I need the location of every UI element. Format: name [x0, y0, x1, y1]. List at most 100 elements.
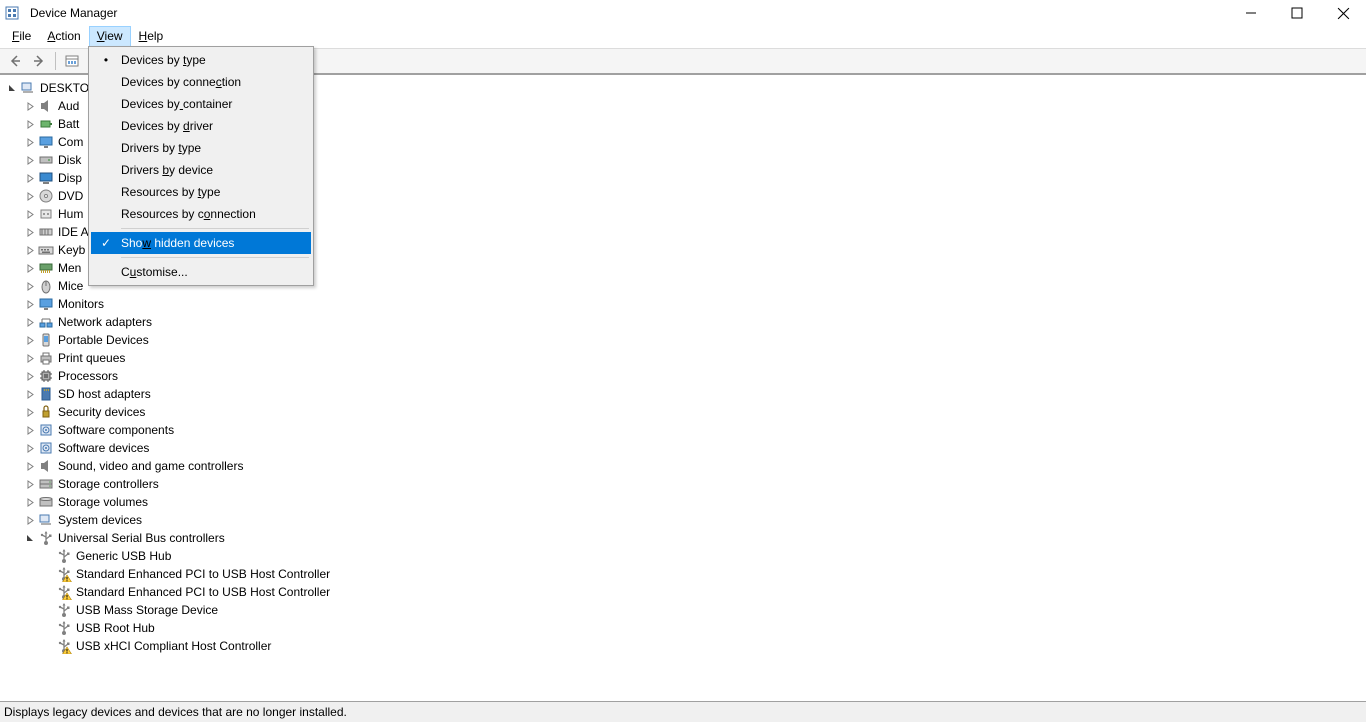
menu-separator [121, 257, 309, 258]
tree-category[interactable]: Storage volumes [6, 493, 1366, 511]
tree-item-label: Men [58, 259, 81, 277]
tree-category[interactable]: Software devices [6, 439, 1366, 457]
chevron-right-icon[interactable] [24, 478, 36, 490]
hid-icon [38, 206, 54, 222]
tree-category[interactable]: Software components [6, 421, 1366, 439]
view-menu-item[interactable]: Devices by container [91, 93, 311, 115]
menu-action[interactable]: Action [39, 26, 88, 48]
chevron-down-icon[interactable] [24, 532, 36, 544]
chevron-right-icon[interactable] [24, 208, 36, 220]
tree-category[interactable]: Portable Devices [6, 331, 1366, 349]
tree-device[interactable]: USB Mass Storage Device [6, 601, 1366, 619]
tree-device[interactable]: Standard Enhanced PCI to USB Host Contro… [6, 565, 1366, 583]
view-menu-item[interactable]: Devices by connection [91, 71, 311, 93]
chevron-right-icon[interactable] [24, 226, 36, 238]
view-menu-item[interactable]: Customise... [91, 261, 311, 283]
tree-item-label: Mice [58, 277, 83, 295]
tree-category[interactable]: SD host adapters [6, 385, 1366, 403]
tree-category[interactable]: Monitors [6, 295, 1366, 313]
chevron-right-icon[interactable] [24, 370, 36, 382]
view-menu-item[interactable]: Devices by driver [91, 115, 311, 137]
tree-item-label: Generic USB Hub [76, 547, 171, 565]
view-menu-item[interactable]: •Devices by type [91, 49, 311, 71]
chevron-down-icon[interactable] [6, 82, 18, 94]
menu-view[interactable]: View [89, 26, 131, 48]
tree-category[interactable]: Security devices [6, 403, 1366, 421]
menu-item-label: Customise... [121, 265, 188, 279]
view-menu-item[interactable]: Drivers by type [91, 137, 311, 159]
check-icon: ✓ [99, 236, 113, 250]
volume-icon [38, 494, 54, 510]
tree-device[interactable]: Standard Enhanced PCI to USB Host Contro… [6, 583, 1366, 601]
titlebar: Device Manager [0, 0, 1366, 26]
tree-category[interactable]: Network adapters [6, 313, 1366, 331]
tree-item-label: Sound, video and game controllers [58, 457, 243, 475]
tree-item-label: DVD [58, 187, 83, 205]
chevron-right-icon[interactable] [24, 190, 36, 202]
monitor-icon [38, 134, 54, 150]
tree-device[interactable]: Generic USB Hub [6, 547, 1366, 565]
display-icon [38, 170, 54, 186]
usb-icon [56, 584, 72, 600]
chevron-right-icon[interactable] [24, 442, 36, 454]
tree-device[interactable]: USB xHCI Compliant Host Controller [6, 637, 1366, 655]
network-icon [38, 314, 54, 330]
menu-separator [121, 228, 309, 229]
menu-item-label: Devices by type [121, 53, 206, 67]
chevron-right-icon[interactable] [24, 334, 36, 346]
chevron-right-icon[interactable] [24, 352, 36, 364]
tree-category[interactable]: Storage controllers [6, 475, 1366, 493]
chevron-right-icon[interactable] [24, 280, 36, 292]
tree-category[interactable]: Processors [6, 367, 1366, 385]
tree-category[interactable]: Sound, video and game controllers [6, 457, 1366, 475]
chevron-right-icon[interactable] [24, 424, 36, 436]
tree-category[interactable]: System devices [6, 511, 1366, 529]
maximize-button[interactable] [1274, 0, 1320, 26]
chevron-right-icon[interactable] [24, 514, 36, 526]
toolbar-properties-button[interactable] [61, 50, 83, 72]
toolbar-forward-button[interactable] [28, 50, 50, 72]
view-menu-item[interactable]: Drivers by device [91, 159, 311, 181]
view-menu-item[interactable]: ✓Show hidden devices [91, 232, 311, 254]
tree-item-label: SD host adapters [58, 385, 151, 403]
chevron-right-icon[interactable] [24, 154, 36, 166]
chevron-right-icon[interactable] [24, 388, 36, 400]
sd-icon [38, 386, 54, 402]
tree-item-label: Com [58, 133, 83, 151]
menu-help[interactable]: Help [131, 26, 172, 48]
chevron-right-icon[interactable] [24, 262, 36, 274]
chevron-right-icon[interactable] [24, 172, 36, 184]
chevron-right-icon[interactable] [24, 136, 36, 148]
menu-item-label: Resources by type [121, 185, 220, 199]
chevron-right-icon[interactable] [24, 460, 36, 472]
chevron-right-icon[interactable] [24, 118, 36, 130]
system-icon [38, 512, 54, 528]
tree-category[interactable]: Print queues [6, 349, 1366, 367]
tree-category[interactable]: Universal Serial Bus controllers [6, 529, 1366, 547]
tree-item-label: Batt [58, 115, 79, 133]
minimize-button[interactable] [1228, 0, 1274, 26]
computer-icon [20, 80, 36, 96]
usb-icon [56, 638, 72, 654]
menu-file[interactable]: File [4, 26, 39, 48]
chevron-right-icon[interactable] [24, 316, 36, 328]
tree-item-label: USB xHCI Compliant Host Controller [76, 637, 271, 655]
chevron-right-icon[interactable] [24, 244, 36, 256]
battery-icon [38, 116, 54, 132]
tree-item-label: Hum [58, 205, 83, 223]
tree-item-label: Network adapters [58, 313, 152, 331]
menu-item-label: Devices by driver [121, 119, 213, 133]
chevron-right-icon[interactable] [24, 100, 36, 112]
view-dropdown-menu: •Devices by typeDevices by connectionDev… [88, 46, 314, 286]
chevron-right-icon[interactable] [24, 406, 36, 418]
toolbar-back-button[interactable] [4, 50, 26, 72]
chevron-right-icon[interactable] [24, 496, 36, 508]
ide-icon [38, 224, 54, 240]
tree-item-label: Security devices [58, 403, 145, 421]
tree-device[interactable]: USB Root Hub [6, 619, 1366, 637]
menu-action-rest: ction [55, 29, 80, 43]
chevron-right-icon[interactable] [24, 298, 36, 310]
close-button[interactable] [1320, 0, 1366, 26]
view-menu-item[interactable]: Resources by connection [91, 203, 311, 225]
view-menu-item[interactable]: Resources by type [91, 181, 311, 203]
